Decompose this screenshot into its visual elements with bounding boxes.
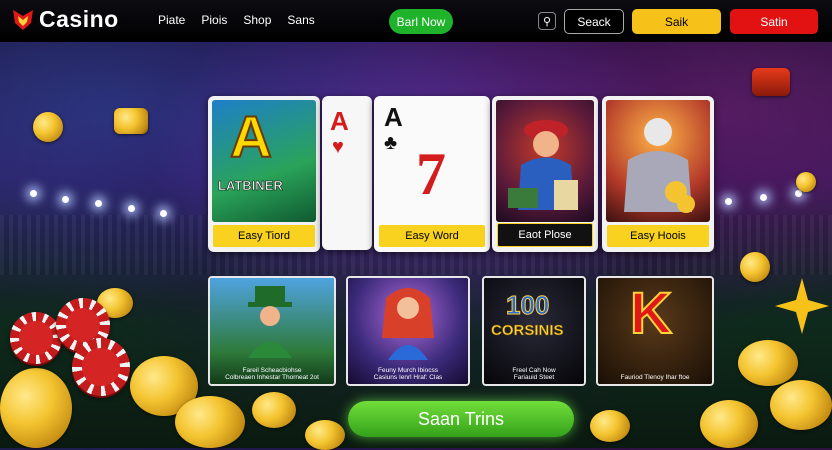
- stadium-light: [128, 205, 135, 212]
- gold-coin: [252, 392, 296, 428]
- gold-star-icon: [775, 278, 829, 334]
- stadium-light: [725, 198, 732, 205]
- stadium-light: [760, 194, 767, 201]
- tile-art: K: [598, 278, 712, 384]
- nav-item-shop[interactable]: Shop: [243, 13, 271, 27]
- redhead-character-icon: [382, 288, 434, 360]
- sign-in-button[interactable]: Satin: [730, 9, 818, 34]
- tile-caption-line: Freel Cah Now: [512, 367, 556, 374]
- armored-warrior-icon: [624, 118, 695, 213]
- tile-art-subtitle: CORSINIS: [491, 322, 564, 340]
- leprechaun-icon: [248, 286, 292, 358]
- tile-caption-line: Feuny Murch Ibiocss: [378, 367, 438, 374]
- tile-art-title: 100: [505, 290, 550, 321]
- joker-figure-icon: [508, 120, 578, 210]
- game-card-label: Easy Word: [379, 225, 485, 247]
- game-tile-mermaid[interactable]: Feuny Murch Ibiocss Casiuns Ienrl Hraf: …: [346, 276, 470, 386]
- card-rank: A: [330, 106, 349, 136]
- account-icon[interactable]: ⚲: [538, 12, 556, 30]
- crown-shield-icon: [13, 9, 33, 30]
- game-card-easy-tiord[interactable]: A LATBINER Easy Tiord: [208, 96, 320, 252]
- tile-caption-line: Fariauid Steet: [513, 374, 555, 381]
- game-card-label: Easy Hoois: [607, 225, 709, 247]
- stadium-light: [95, 200, 102, 207]
- game-art-title: LATBINER: [218, 178, 283, 194]
- gold-coin: [700, 400, 758, 448]
- tile-caption-line: Colbreaen Inhestar Thorneat 2ot: [225, 374, 319, 381]
- gold-coin: [590, 410, 630, 442]
- heart-icon: ♥: [332, 136, 344, 158]
- tile-caption: Feuny Murch Ibiocss Casiuns Ienrl Hraf: …: [348, 367, 468, 381]
- game-card-easy-hoois[interactable]: Easy Hoois: [602, 96, 714, 252]
- game-card-label: Eaot Plose: [497, 223, 593, 247]
- game-tile-k[interactable]: K Fauriod Tlenoy Ihar ftoe: [596, 276, 714, 386]
- tile-caption: Fauriod Tlenoy Ihar ftoe: [598, 374, 712, 381]
- nav-item-piate[interactable]: Piate: [158, 13, 185, 27]
- game-tile-100-corsinis[interactable]: 100 CORSINIS Freel Cah Now Fariauid Stee…: [482, 276, 586, 386]
- game-art-joker: [496, 100, 594, 222]
- spin-button[interactable]: Saan Trins: [348, 401, 574, 437]
- gold-coin: [740, 252, 770, 282]
- seven-glyph: 7: [416, 141, 446, 207]
- gold-coin: [33, 112, 63, 142]
- nav-item-sans[interactable]: Sans: [287, 13, 314, 27]
- sale-button[interactable]: Saik: [632, 9, 721, 34]
- tile-art-letter: K: [629, 280, 673, 347]
- stadium-light: [160, 210, 167, 217]
- nav-item-piois[interactable]: Piois: [201, 13, 227, 27]
- game-card-label: Easy Tiord: [213, 225, 315, 247]
- game-art-warrior: [606, 100, 710, 222]
- game-art-letter: A: [229, 104, 273, 171]
- tile-caption: Freel Cah Now Fariauid Steet: [484, 367, 584, 381]
- tile-caption-line: Fauriod Tlenoy Ihar ftoe: [620, 374, 690, 381]
- gold-coin: [0, 368, 72, 448]
- game-tile-leprechaun[interactable]: Fareil Scheacbiohse Colbreaen Inhestar T…: [208, 276, 336, 386]
- top-navigation-bar: Casino Piate Piois Shop Sans Barl Now ⚲ …: [0, 0, 832, 42]
- tile-caption-line: Fareil Scheacbiohse: [242, 367, 302, 374]
- poker-chip: [72, 338, 130, 396]
- game-art: A LATBINER: [212, 100, 316, 222]
- gold-coin: [305, 420, 345, 450]
- tile-caption-line: Casiuns Ienrl Hraf: Clas: [373, 374, 443, 381]
- poker-chip: [10, 312, 62, 364]
- main-nav: Piate Piois Shop Sans: [158, 13, 315, 27]
- gold-coin: [796, 172, 816, 192]
- tile-caption: Fareil Scheacbiohse Colbreaen Inhestar T…: [210, 367, 334, 381]
- club-icon: ♣: [384, 132, 398, 154]
- gold-coin-stack: [114, 108, 148, 134]
- game-card-eaot-plose[interactable]: Eaot Plose: [492, 96, 598, 252]
- stadium-light: [62, 196, 69, 203]
- search-button[interactable]: Seack: [564, 9, 624, 34]
- logo-text: Casino: [39, 6, 119, 32]
- game-card-easy-word[interactable]: A ♣ 7 Easy Word: [374, 96, 490, 252]
- casino-logo[interactable]: Casino: [10, 6, 119, 33]
- card-rank: A: [384, 102, 403, 132]
- gold-coin: [175, 396, 245, 448]
- stadium-light: [30, 190, 37, 197]
- red-dice: [752, 68, 790, 96]
- playing-card-back: A ♥: [322, 96, 372, 250]
- start-now-button[interactable]: Barl Now: [389, 9, 453, 34]
- gold-coin: [738, 340, 798, 386]
- gold-coin: [770, 380, 832, 430]
